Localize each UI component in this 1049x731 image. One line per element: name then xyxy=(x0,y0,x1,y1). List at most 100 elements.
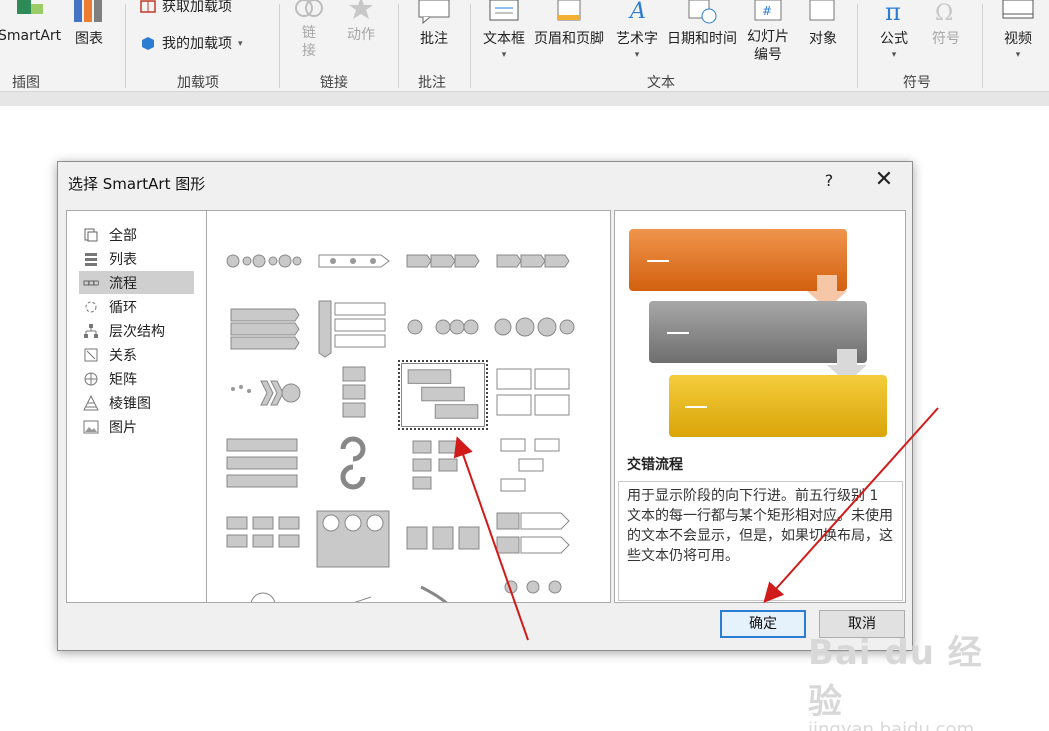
category-label: 关系 xyxy=(109,347,137,364)
chart-button[interactable]: 图表 xyxy=(72,0,106,48)
layout-thumbnail[interactable] xyxy=(221,577,305,602)
category-label: 全部 xyxy=(109,227,137,244)
layout-thumbnail[interactable] xyxy=(311,433,395,497)
layout-thumbnail[interactable] xyxy=(491,577,575,602)
all-icon xyxy=(84,228,98,241)
datetime-button[interactable]: 日期和时间 xyxy=(667,0,737,48)
relationship-icon xyxy=(84,348,98,361)
object-button[interactable]: 对象 xyxy=(806,0,840,48)
category-matrix[interactable]: 矩阵 xyxy=(79,367,194,390)
chevron-down-icon[interactable]: ▾ xyxy=(892,50,897,60)
symbol-button[interactable]: Ω 符号 xyxy=(929,0,963,48)
category-cycle[interactable]: 循环 xyxy=(79,295,194,318)
category-hierarchy[interactable]: 层次结构 xyxy=(79,319,194,342)
category-relationship[interactable]: 关系 xyxy=(79,343,194,366)
layout-thumbnail[interactable] xyxy=(311,577,395,602)
slide-number-label: 幻灯片 编号 xyxy=(747,29,789,63)
separator xyxy=(982,4,983,88)
category-label: 列表 xyxy=(109,251,137,268)
omega-icon: Ω xyxy=(935,1,953,24)
smartart-button[interactable]: SmartArt xyxy=(0,0,61,44)
group-symbols: 符号 xyxy=(903,75,931,91)
layout-thumbnail[interactable] xyxy=(401,433,485,497)
category-picture[interactable]: 图片 xyxy=(79,415,194,438)
textbox-icon xyxy=(489,0,519,21)
svg-text:π: π xyxy=(885,0,901,24)
ok-button[interactable]: 确定 xyxy=(720,610,806,638)
wordart-icon: A xyxy=(628,0,646,24)
watermark-logo: Bai du 经验 xyxy=(808,633,983,722)
category-all[interactable]: 全部 xyxy=(79,223,194,246)
link-button[interactable]: 链 接 xyxy=(292,0,326,60)
layout-gallery: ▲ ▼ xyxy=(206,210,611,603)
textbox-label: 文本框 xyxy=(483,31,525,47)
wordart-button[interactable]: A 艺术字 ▾ xyxy=(616,0,658,60)
layout-thumbnail[interactable] xyxy=(221,433,305,497)
header-footer-label: 页眉和页脚 xyxy=(534,31,604,47)
category-pyramid[interactable]: 棱锥图 xyxy=(79,391,194,414)
help-button[interactable]: ? xyxy=(818,170,840,192)
layout-thumbnail[interactable] xyxy=(221,507,305,571)
smartart-icon xyxy=(16,0,43,14)
chart-icon xyxy=(74,0,102,22)
watermark-url: jingyan.baidu.com xyxy=(808,719,975,731)
layout-thumbnail[interactable] xyxy=(311,361,395,425)
chevron-down-icon[interactable]: ▾ xyxy=(1016,50,1021,60)
preview-panel: 交错流程 用于显示阶段的向下行进。前五行级别 1 文本的每一行都与某个矩形相对应… xyxy=(614,210,906,603)
comment-button[interactable]: 批注 xyxy=(417,0,451,48)
layout-thumbnail[interactable] xyxy=(221,295,305,359)
layout-thumbnail[interactable] xyxy=(491,361,575,425)
svg-text:Ω: Ω xyxy=(935,1,953,24)
star-icon xyxy=(349,0,373,19)
baidu-watermark: Bai du 经验 jingyan.baidu.com xyxy=(808,625,1008,731)
chevron-down-icon[interactable]: ▾ xyxy=(502,50,507,60)
slide-number-button[interactable]: # 幻灯片 编号 xyxy=(747,0,789,64)
chevron-down-icon[interactable]: ▾ xyxy=(238,39,243,49)
layout-thumbnail[interactable] xyxy=(311,295,395,359)
layout-thumbnail[interactable] xyxy=(311,231,395,295)
textbox-button[interactable]: 文本框 ▾ xyxy=(483,0,525,60)
header-footer-button[interactable]: 页眉和页脚 xyxy=(534,0,604,48)
close-button[interactable]: ✕ xyxy=(870,168,898,194)
category-label: 流程 xyxy=(109,275,137,292)
layout-thumbnail[interactable] xyxy=(221,361,305,425)
layout-thumbnail[interactable] xyxy=(401,295,485,359)
picture-icon xyxy=(83,420,99,433)
group-addins: 加载项 xyxy=(177,75,219,91)
category-process[interactable]: 流程 xyxy=(79,271,194,294)
layout-thumbnail[interactable] xyxy=(491,231,575,295)
equation-button[interactable]: π 公式 ▾ xyxy=(877,0,911,60)
category-list-item[interactable]: 列表 xyxy=(79,247,194,270)
dialog-title: 选择 SmartArt 图形 xyxy=(68,175,206,193)
layout-thumbnail[interactable] xyxy=(401,231,485,295)
layout-thumbnail[interactable] xyxy=(491,507,575,571)
symbol-label: 符号 xyxy=(932,31,960,47)
layout-thumbnail-selected[interactable] xyxy=(398,360,488,430)
layout-thumbnail[interactable] xyxy=(491,295,575,359)
my-addins-button[interactable]: 我的加载项 ▾ xyxy=(140,33,243,53)
layout-thumbnail[interactable] xyxy=(401,507,485,571)
layout-thumbnail[interactable] xyxy=(491,433,575,497)
store-icon xyxy=(140,0,156,13)
get-addins-button[interactable]: 获取加载项 xyxy=(140,0,232,16)
svg-text:A: A xyxy=(628,0,646,24)
svg-text:#: # xyxy=(762,4,772,18)
preview-layout-name: 交错流程 xyxy=(627,457,683,473)
group-illustrations: 插图 xyxy=(12,75,40,91)
datetime-label: 日期和时间 xyxy=(667,31,737,47)
object-label: 对象 xyxy=(809,31,837,47)
my-addins-label: 我的加载项 xyxy=(162,36,232,52)
action-button[interactable]: 动作 xyxy=(344,0,378,44)
comment-icon xyxy=(418,0,450,24)
wordart-label: 艺术字 xyxy=(616,31,658,47)
action-label: 动作 xyxy=(347,27,375,43)
layout-thumbnail[interactable] xyxy=(401,577,485,602)
link-icon xyxy=(295,0,323,17)
group-text: 文本 xyxy=(647,75,675,91)
film-icon xyxy=(1002,0,1034,19)
video-button[interactable]: 视频 ▾ xyxy=(1001,0,1035,60)
layout-thumbnail[interactable] xyxy=(311,507,395,571)
layout-thumbnail[interactable] xyxy=(221,231,305,295)
chevron-down-icon[interactable]: ▾ xyxy=(635,50,640,60)
slide-number-icon: # xyxy=(754,0,782,21)
